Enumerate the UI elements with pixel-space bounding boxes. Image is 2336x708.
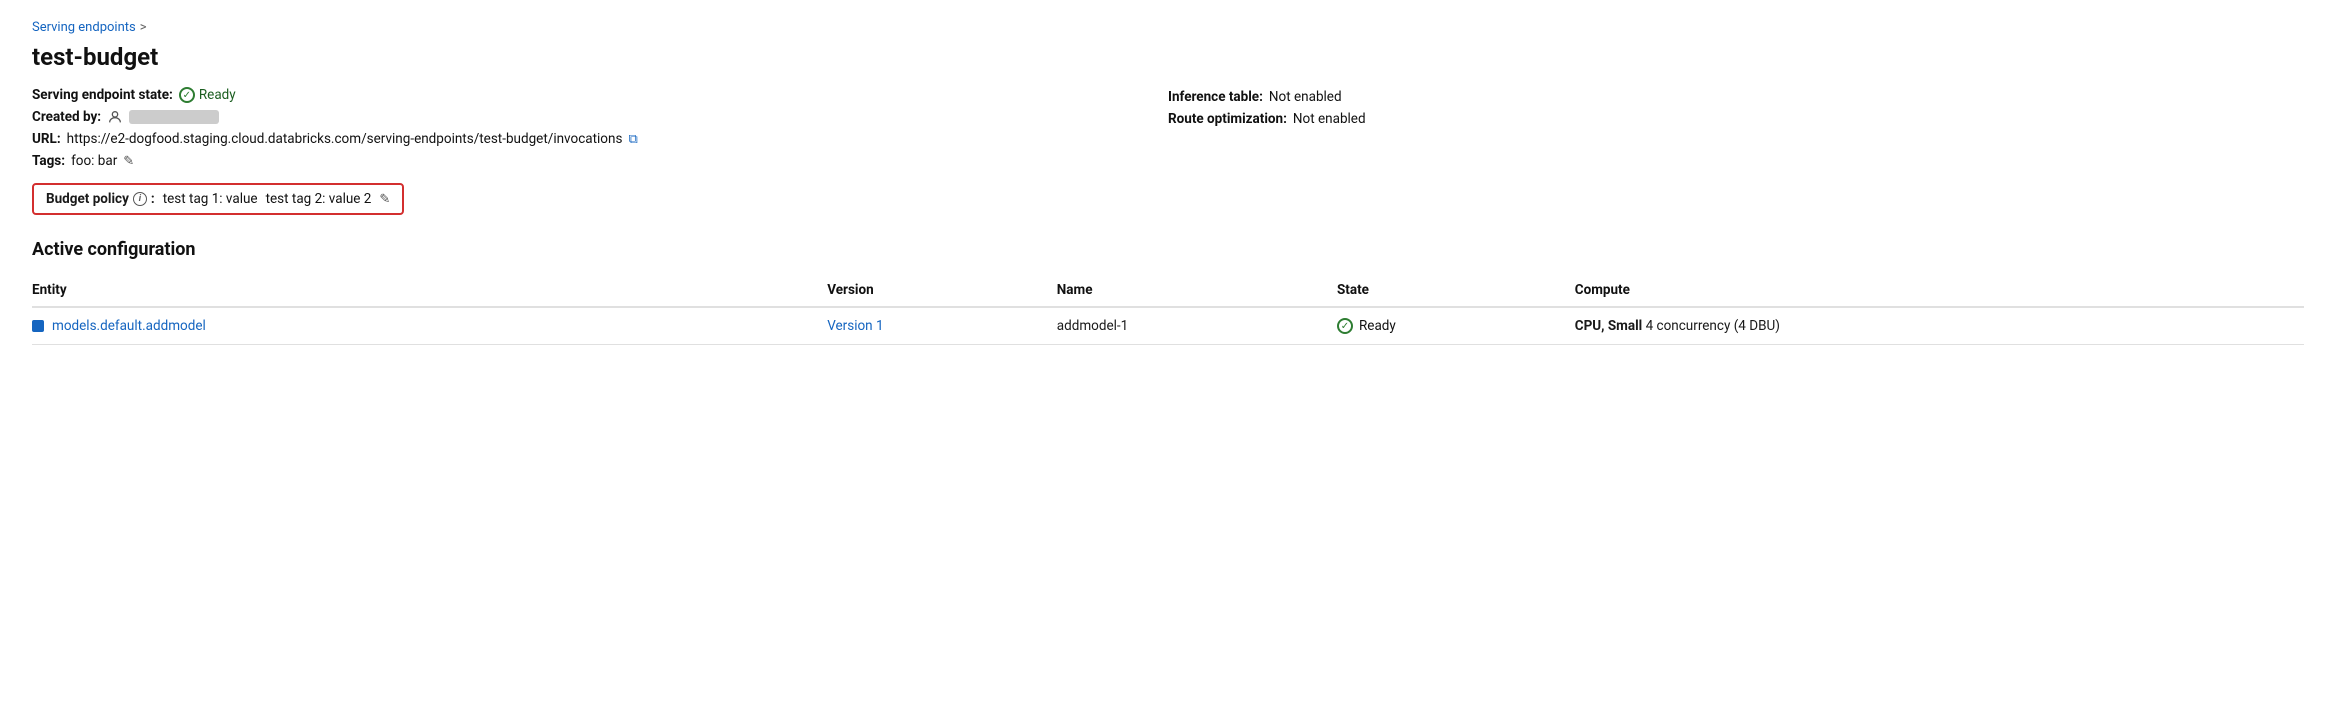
breadcrumb-link[interactable]: Serving endpoints (32, 20, 136, 35)
meta-left: Serving endpoint state: ✓ Ready Created … (32, 87, 1168, 179)
created-by-row: Created by: (32, 109, 1168, 125)
tags-row: Tags: foo: bar ✎ (32, 153, 1168, 169)
col-compute: Compute (1575, 274, 2304, 307)
copy-icon[interactable]: ⧉ (628, 132, 637, 147)
url-label: URL: (32, 131, 61, 147)
table-row: models.default.addmodel Version 1 addmod… (32, 307, 2304, 345)
config-table: Entity Version Name State Compute models… (32, 274, 2304, 345)
compute-bold-text: CPU, Small (1575, 318, 1643, 334)
col-state: State (1337, 274, 1575, 307)
breadcrumb-separator: > (140, 20, 147, 35)
col-version: Version (827, 274, 1057, 307)
route-value: Not enabled (1293, 111, 1366, 127)
inference-value: Not enabled (1269, 89, 1342, 105)
budget-policy-text: Budget policy (46, 191, 129, 207)
active-configuration-section: Active configuration Entity Version Name… (32, 239, 2304, 345)
col-name: Name (1057, 274, 1337, 307)
state-check-icon: ✓ (1337, 318, 1353, 334)
route-label: Route optimization: (1168, 111, 1287, 127)
budget-tag-1: test tag 1: value (163, 191, 258, 207)
tags-label: Tags: (32, 153, 65, 169)
state-label: Serving endpoint state: (32, 87, 173, 103)
entity-link[interactable]: models.default.addmodel (52, 318, 206, 334)
created-by-label: Created by: (32, 109, 101, 125)
state-cell: ✓ Ready (1337, 307, 1575, 345)
state-value: ✓ Ready (179, 87, 236, 103)
inference-row: Inference table: Not enabled (1168, 89, 2304, 105)
entity-square-icon (32, 320, 44, 332)
page-title: test-budget (32, 43, 2304, 71)
user-icon (107, 109, 123, 125)
url-value: https://e2-dogfood.staging.cloud.databri… (67, 131, 638, 147)
state-ready-text: Ready (1359, 318, 1396, 334)
url-row: URL: https://e2-dogfood.staging.cloud.da… (32, 131, 1168, 147)
compute-cell: CPU, Small 4 concurrency (4 DBU) (1575, 307, 2304, 345)
meta-right: Inference table: Not enabled Route optim… (1168, 87, 2304, 179)
budget-policy-label: Budget policy i : (46, 191, 155, 207)
compute-rest-text: 4 concurrency (4 DBU) (1642, 318, 1780, 334)
version-link[interactable]: Version 1 (827, 318, 883, 334)
route-row: Route optimization: Not enabled (1168, 111, 2304, 127)
meta-section: Serving endpoint state: ✓ Ready Created … (32, 87, 2304, 179)
check-circle-icon: ✓ (179, 87, 195, 103)
tags-edit-icon[interactable]: ✎ (123, 154, 134, 169)
col-entity: Entity (32, 274, 827, 307)
budget-policy-edit-icon[interactable]: ✎ (379, 192, 390, 207)
entity-cell: models.default.addmodel (32, 307, 827, 345)
table-header-row: Entity Version Name State Compute (32, 274, 2304, 307)
tags-value: foo: bar (71, 153, 117, 169)
name-cell: addmodel-1 (1057, 307, 1337, 345)
state-text: Ready (199, 87, 236, 103)
inference-label: Inference table: (1168, 89, 1263, 105)
budget-policy-box: Budget policy i : test tag 1: value test… (32, 183, 404, 215)
breadcrumb: Serving endpoints > (32, 20, 2304, 35)
created-by-redacted (129, 110, 219, 124)
state-row: Serving endpoint state: ✓ Ready (32, 87, 1168, 103)
url-text: https://e2-dogfood.staging.cloud.databri… (67, 131, 623, 147)
budget-tag-2: test tag 2: value 2 (266, 191, 372, 207)
version-cell: Version 1 (827, 307, 1057, 345)
active-configuration-title: Active configuration (32, 239, 2304, 260)
budget-policy-info-icon[interactable]: i (133, 192, 147, 206)
